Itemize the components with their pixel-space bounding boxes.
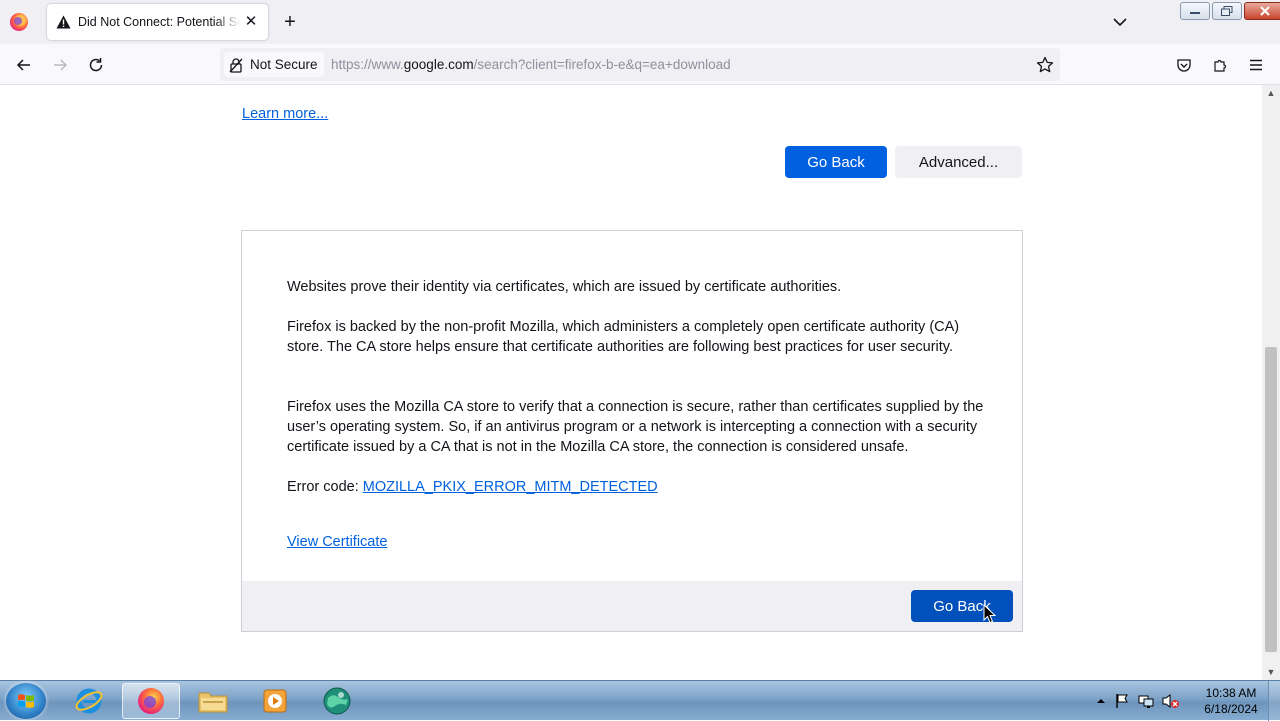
url-path: /search?client=firefox-b-e&q=ea+download	[473, 57, 731, 72]
scroll-down-icon[interactable]: ▼	[1266, 667, 1276, 677]
star-icon	[1036, 56, 1054, 73]
show-hidden-icons-icon[interactable]	[1096, 696, 1106, 706]
system-tray	[1096, 681, 1180, 721]
url-host: google.com	[403, 57, 474, 72]
site-identity-button[interactable]: Not Secure	[224, 52, 324, 77]
hamburger-menu-icon	[1250, 59, 1262, 71]
firefox-icon	[138, 688, 164, 714]
insecure-lock-icon	[229, 57, 243, 73]
minimize-button[interactable]	[1180, 2, 1210, 20]
certificate-paragraph-3: Firefox uses the Mozilla CA store to ver…	[287, 399, 984, 455]
taskbar-file-explorer[interactable]	[184, 683, 242, 719]
scroll-up-icon[interactable]: ▲	[1266, 88, 1276, 98]
navigation-toolbar: Not Secure https://www.google.com/search…	[0, 44, 1280, 85]
vertical-scrollbar[interactable]: ▲ ▼	[1262, 85, 1280, 680]
action-center-flag-icon[interactable]	[1114, 693, 1130, 709]
learn-more-link[interactable]: Learn more...	[242, 106, 328, 122]
pocket-button[interactable]	[1173, 54, 1195, 76]
error-code-line: Error code: MOZILLA_PKIX_ERROR_MITM_DETE…	[287, 477, 987, 497]
taskbar-firefox[interactable]	[122, 683, 180, 719]
puzzle-icon	[1214, 59, 1227, 72]
reload-icon	[89, 58, 103, 72]
system-clock[interactable]: 10:38 AM 6/18/2024	[1196, 685, 1266, 717]
restore-button[interactable]	[1212, 2, 1242, 20]
arrow-right-icon	[54, 59, 68, 71]
clock-date: 6/18/2024	[1204, 702, 1258, 716]
error-code-link[interactable]: MOZILLA_PKIX_ERROR_MITM_DETECTED	[363, 479, 658, 495]
view-certificate-line: View Certificate	[287, 532, 987, 552]
url-text[interactable]: https://www.google.com/search?client=fir…	[331, 57, 731, 72]
close-icon	[1260, 6, 1270, 16]
bookmark-star-button[interactable]	[1036, 56, 1054, 74]
internet-explorer-icon	[75, 688, 103, 714]
taskbar-app-globe[interactable]	[308, 683, 366, 719]
certificate-paragraph-1: Websites prove their identity via certif…	[287, 279, 842, 295]
close-tab-icon[interactable]: ✕	[242, 13, 260, 31]
list-all-tabs-button[interactable]	[1110, 12, 1130, 32]
close-window-button[interactable]	[1244, 2, 1280, 20]
back-button[interactable]	[13, 54, 35, 76]
reload-button[interactable]	[85, 54, 107, 76]
tab-active[interactable]: Did Not Connect: Potential Security Issu…	[47, 4, 268, 40]
taskbar: 10:38 AM 6/18/2024	[0, 680, 1280, 721]
address-bar[interactable]: Not Secure https://www.google.com/search…	[220, 48, 1060, 81]
new-tab-button[interactable]: +	[280, 12, 300, 32]
view-certificate-link[interactable]: View Certificate	[287, 534, 387, 550]
chevron-down-icon	[1113, 18, 1127, 27]
taskbar-media-player[interactable]	[246, 683, 304, 719]
advanced-button[interactable]: Advanced...	[895, 146, 1022, 178]
error-code-label: Error code:	[287, 479, 363, 495]
scrollbar-thumb[interactable]	[1265, 347, 1277, 652]
clock-time: 10:38 AM	[1205, 686, 1257, 700]
warning-icon	[55, 14, 71, 30]
minimize-icon	[1190, 12, 1200, 14]
window-controls	[1180, 2, 1280, 20]
app-menu-button[interactable]	[1245, 54, 1267, 76]
footer-go-back-button[interactable]: Go Back	[911, 590, 1013, 622]
windows-logo-icon	[18, 694, 34, 708]
pocket-icon	[1177, 59, 1191, 72]
firefox-logo-icon[interactable]	[10, 13, 28, 31]
advanced-panel-footer: Go Back	[242, 581, 1022, 631]
start-button[interactable]	[6, 683, 46, 719]
tab-strip: Did Not Connect: Potential Security Issu…	[0, 0, 1280, 44]
extensions-button[interactable]	[1209, 54, 1231, 76]
show-desktop-button[interactable]	[1268, 681, 1280, 721]
certificate-paragraph-2: Firefox is backed by the non-profit Mozi…	[287, 319, 960, 355]
taskbar-internet-explorer[interactable]	[60, 683, 118, 719]
advanced-panel: Websites prove their identity via certif…	[241, 230, 1023, 632]
security-label: Not Secure	[250, 57, 318, 72]
restore-icon	[1221, 6, 1233, 16]
globe-app-icon	[323, 687, 351, 715]
volume-muted-icon[interactable]	[1162, 693, 1180, 709]
arrow-left-icon	[16, 59, 30, 71]
tab-title: Did Not Connect: Potential Security Issu…	[78, 15, 240, 29]
folder-icon	[198, 692, 228, 713]
page-content: Learn more... Go Back Advanced... Websit…	[0, 85, 1262, 680]
url-prefix: https://www.	[331, 57, 404, 72]
media-player-icon	[263, 689, 287, 713]
forward-button[interactable]	[49, 54, 71, 76]
network-icon[interactable]	[1138, 693, 1154, 709]
go-back-button[interactable]: Go Back	[785, 146, 887, 178]
mouse-cursor-icon	[983, 604, 997, 624]
